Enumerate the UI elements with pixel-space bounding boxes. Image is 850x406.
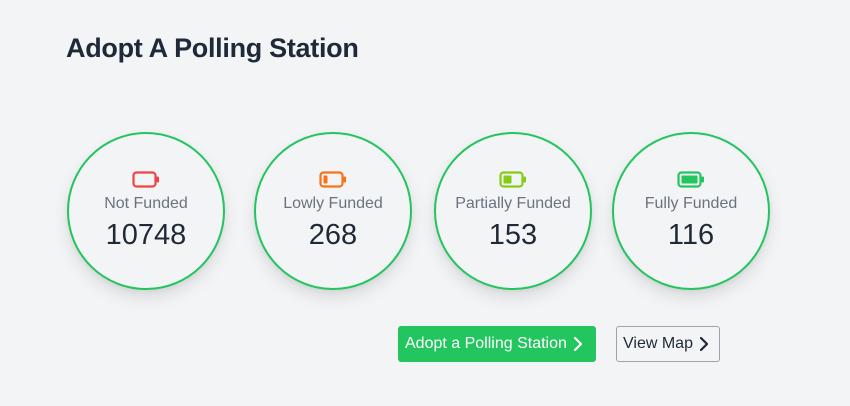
stat-partially-funded: Partially Funded 153: [434, 132, 592, 290]
view-map-button[interactable]: View Map: [616, 326, 720, 362]
battery-full-icon: [677, 171, 704, 188]
adopt-button-label: Adopt a Polling Station: [405, 335, 567, 352]
stat-count: 116: [667, 219, 715, 251]
stat-not-funded: Not Funded 10748: [67, 132, 225, 290]
page: Adopt A Polling Station Not Funded 10748…: [0, 0, 850, 406]
chevron-right-icon: [573, 336, 582, 352]
page-title: Adopt A Polling Station: [66, 33, 359, 63]
stat-count: 10748: [105, 219, 187, 251]
chevron-right-icon: [699, 336, 709, 352]
stat-label: Fully Funded: [644, 195, 738, 212]
stat-label: Lowly Funded: [283, 195, 383, 212]
battery-empty-icon: [132, 171, 159, 188]
view-map-label: View Map: [623, 335, 693, 352]
stat-fully-funded: Fully Funded 116: [612, 132, 770, 290]
stat-count: 153: [488, 219, 538, 251]
stat-label: Not Funded: [104, 195, 188, 212]
battery-half-icon: [499, 171, 526, 188]
stat-count: 268: [308, 219, 358, 251]
stat-label: Partially Funded: [455, 195, 571, 212]
stat-lowly-funded: Lowly Funded 268: [254, 132, 412, 290]
battery-low-icon: [319, 171, 346, 188]
adopt-polling-station-button[interactable]: Adopt a Polling Station: [398, 326, 596, 362]
